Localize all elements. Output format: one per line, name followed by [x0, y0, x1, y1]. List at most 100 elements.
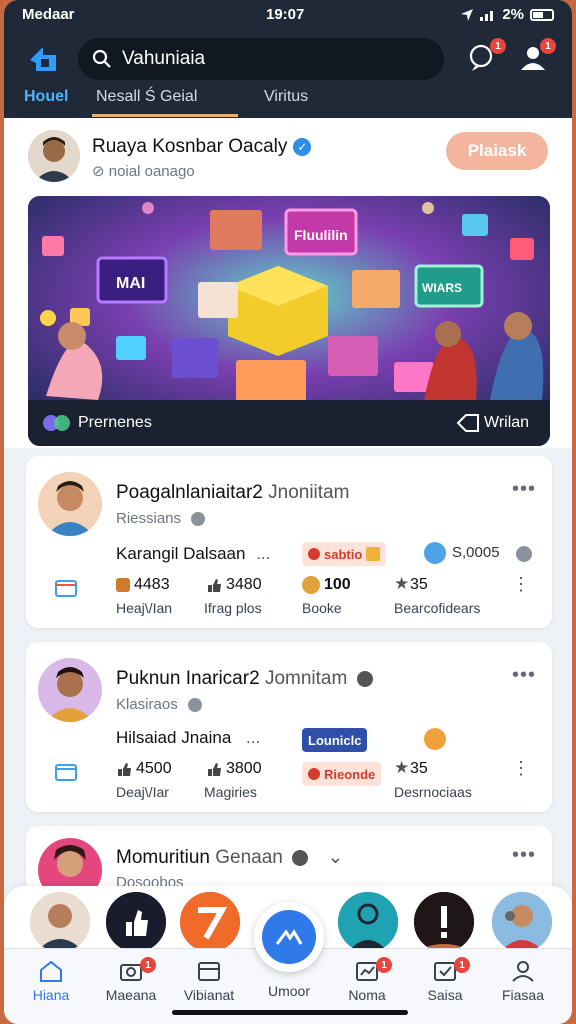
status-badge[interactable]: sabtio [302, 542, 387, 566]
story-avatar[interactable] [178, 890, 242, 954]
promo-banner[interactable]: Fluulilin MAI WIARS Prernenes Wrilan [28, 196, 550, 446]
stat-value: 4500 [136, 760, 172, 777]
item-subtitle: Riessians [116, 510, 206, 527]
story-avatar[interactable] [28, 890, 92, 954]
nav-item-maeana[interactable]: Maeana 1 [96, 957, 166, 1003]
nav-item-fiasaa[interactable]: Fiasaa [488, 959, 558, 1003]
person-icon [492, 892, 552, 952]
center-action-button[interactable] [254, 902, 324, 972]
tab-home[interactable]: Houel [24, 88, 68, 106]
avatar[interactable] [38, 472, 102, 536]
nav-item-noma[interactable]: Noma 1 [332, 957, 402, 1003]
avatar[interactable] [38, 658, 102, 722]
nav-item-saisa[interactable]: Saisa 1 [410, 957, 480, 1003]
stat-label: Ifrag plos [204, 600, 262, 616]
signal-icon [480, 10, 494, 21]
nav-badge: 1 [140, 957, 156, 973]
story-avatar[interactable] [336, 890, 400, 954]
nav-badge: 1 [376, 957, 392, 973]
profile-name: Ruaya Kosnbar Oacaly [92, 136, 288, 157]
stat-label: Deaj\/Iar [116, 784, 169, 800]
globe-icon [424, 542, 446, 564]
story-avatar[interactable] [412, 890, 476, 954]
kebab-menu-button[interactable]: ⋮ [512, 574, 530, 595]
story-avatar[interactable] [490, 890, 554, 954]
item-title: Puknun Inaricar2 Jomnitam [116, 668, 373, 690]
search-input[interactable]: Vahuniaia [122, 48, 205, 70]
stat-label: Bearcofidears [394, 600, 481, 616]
chat-button[interactable]: 1 [466, 38, 506, 76]
logo-icon[interactable] [26, 42, 60, 76]
thumbs-up-icon [118, 763, 131, 776]
circles-icon [43, 415, 70, 431]
star-icon: ★ [394, 758, 410, 777]
verified-icon: ✓ [293, 137, 312, 156]
list-item[interactable]: Poagalnlaniaitar2 Jnoniitam Riessians ••… [26, 456, 552, 628]
stat-icon [116, 578, 130, 592]
person-icon [338, 892, 398, 952]
tab-bar: Houel Nesall Ś Geial Viritus [4, 86, 572, 117]
stat-value: 3800 [226, 760, 262, 777]
item-title: Momuritiun Genaan ⌄ [116, 847, 344, 868]
status-badge[interactable]: Rieonde [302, 762, 382, 786]
stat-value: 4483 [134, 576, 170, 593]
list-item[interactable]: Puknun Inaricar2 Jomnitam Klasiraos ••• … [26, 642, 552, 812]
share-icon [456, 414, 479, 432]
home-icon [40, 960, 62, 982]
follow-button[interactable]: Plaiask [446, 132, 548, 170]
chevron-down-icon[interactable]: ⌄ [327, 847, 343, 868]
star-icon: ★ [394, 574, 410, 593]
nav-item-vibianat[interactable]: Vibianat [174, 959, 244, 1003]
person-icon [38, 472, 102, 536]
search-bar[interactable]: Vahuniaia [78, 38, 444, 80]
more-options-button[interactable]: ••• [512, 664, 536, 687]
compose-icon [262, 910, 316, 964]
verified-icon [292, 849, 309, 866]
kebab-menu-button[interactable]: ⋮ [512, 758, 530, 779]
status-badge[interactable]: Louniclc [302, 728, 368, 752]
person-icon [28, 130, 80, 182]
tab-social[interactable]: Nesall Ś Geial [96, 88, 197, 106]
banner-action-link[interactable]: Wrilan [484, 414, 529, 432]
banner-sign-1: Fluulilin [294, 227, 348, 243]
item-detail-line: Karangil Dalsaan ... [116, 544, 271, 563]
stat-value: 35 [410, 760, 428, 777]
user-icon [512, 961, 534, 982]
item-detail-line: Hilsaiad Jnaina ... [116, 728, 261, 747]
nav-item-umoor[interactable]: Umoor [254, 983, 324, 999]
battery-percent: 2% [502, 6, 524, 23]
banner-caption: Prernenes [78, 414, 152, 431]
profile-avatar[interactable] [28, 130, 80, 182]
status-right: 2% [460, 6, 554, 23]
clock: 19:07 [266, 6, 305, 23]
emoji-icon [302, 576, 320, 594]
item-price: S,0005 [452, 544, 500, 561]
status-bar: Medaar 19:07 2% [4, 4, 572, 26]
info-icon [516, 546, 532, 562]
badge-end-icon [366, 547, 381, 561]
stat-label: Booke [302, 600, 342, 616]
app-frame: Medaar 19:07 2% Vahuniaia 1 1 Houel Nesa… [4, 0, 572, 1024]
alert-icon [414, 892, 474, 952]
item-subtitle: Klasiraos [116, 696, 202, 713]
thumbs-up-icon [208, 763, 221, 776]
top-bar: Medaar 19:07 2% Vahuniaia 1 1 Houel Nesa… [4, 0, 572, 118]
battery-icon [530, 8, 554, 21]
profile-section: Ruaya Kosnbar Oacaly ✓ ⊘ noial oanago Pla… [4, 118, 572, 448]
person-icon [38, 658, 102, 722]
thumbs-up-icon [208, 579, 221, 592]
home-indicator[interactable] [172, 1010, 408, 1015]
profile-button[interactable]: 1 [518, 38, 556, 76]
story-avatar[interactable] [104, 890, 168, 954]
nav-badge: 1 [454, 957, 470, 973]
nav-item-home[interactable]: Hiana [16, 959, 86, 1003]
letter-icon [180, 892, 240, 952]
more-options-button[interactable]: ••• [512, 478, 536, 501]
arrows-icon [275, 929, 303, 945]
more-options-button[interactable]: ••• [512, 844, 536, 867]
tab-virtus[interactable]: Viritus [264, 88, 308, 106]
verified-icon [356, 670, 373, 687]
person-icon [30, 892, 90, 952]
tab-indicator [92, 114, 238, 117]
stat-label: Heaj\/Ian [116, 600, 173, 616]
